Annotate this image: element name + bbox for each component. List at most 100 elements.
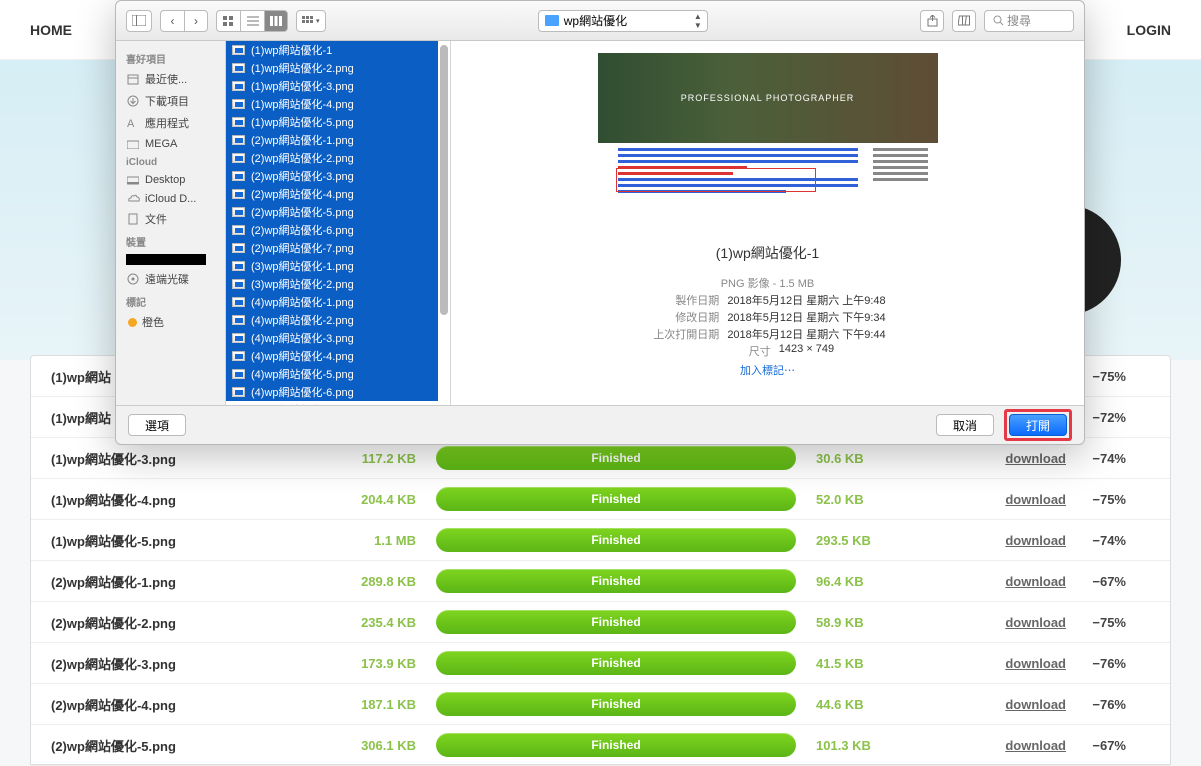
file-item[interactable]: (1)wp網站優化-4.png xyxy=(226,95,438,113)
options-button[interactable]: 選項 xyxy=(128,414,186,436)
tags-button[interactable] xyxy=(952,10,976,32)
disc-icon xyxy=(126,273,140,286)
search-input[interactable]: 搜尋 xyxy=(984,10,1074,32)
file-item[interactable]: (4)wp網站優化-2.png xyxy=(226,311,438,329)
scrollbar-thumb[interactable] xyxy=(440,45,448,315)
nav-home[interactable]: HOME xyxy=(30,22,72,38)
file-item[interactable]: (2)wp網站優化-4.png xyxy=(226,185,438,203)
original-size: 306.1 KB xyxy=(346,738,416,753)
file-name: (2)wp網站優化-4.png xyxy=(51,695,346,714)
savings-pct: −75% xyxy=(1066,615,1126,630)
table-row: (2)wp網站優化-5.png306.1 KBFinished101.3 KBd… xyxy=(31,725,1170,766)
sidebar-item[interactable]: 遠端光碟 xyxy=(116,268,225,290)
back-button[interactable]: ‹ xyxy=(160,10,184,32)
file-item[interactable]: (4)wp網站優化-5.png xyxy=(226,365,438,383)
download-link[interactable]: download xyxy=(896,451,1066,466)
file-item[interactable]: (3)wp網站優化-1.png xyxy=(226,257,438,275)
file-icon xyxy=(232,63,245,73)
progress-bar: Finished xyxy=(436,569,796,593)
meta-value: 1423 × 749 xyxy=(779,343,834,359)
svg-text:A: A xyxy=(127,118,135,129)
file-icon xyxy=(232,189,245,199)
progress-bar: Finished xyxy=(436,733,796,757)
add-tags-link[interactable]: 加入標記⋯ xyxy=(649,362,885,378)
file-item[interactable]: (1)wp網站優化-1 xyxy=(226,41,438,59)
forward-button[interactable]: › xyxy=(184,10,208,32)
sidebar-toggle-button[interactable] xyxy=(126,10,152,32)
file-icon xyxy=(232,81,245,91)
scrollbar[interactable] xyxy=(440,45,448,401)
file-item[interactable]: (5)wp網站優化-3.png xyxy=(226,401,438,405)
file-icon xyxy=(232,279,245,289)
savings-pct: −76% xyxy=(1066,697,1126,712)
nav-login[interactable]: LOGIN xyxy=(1127,22,1171,38)
list-view-button[interactable] xyxy=(240,10,264,32)
file-label: (2)wp網站優化-7.png xyxy=(251,240,354,256)
folder-path-select[interactable]: wp網站優化 ▲▼ xyxy=(538,10,708,32)
file-item[interactable]: (3)wp網站優化-2.png xyxy=(226,275,438,293)
file-list[interactable]: (1)wp網站優化-1(1)wp網站優化-2.png(1)wp網站優化-3.pn… xyxy=(226,41,450,405)
sidebar-item[interactable]: Desktop xyxy=(116,170,225,189)
file-label: (4)wp網站優化-5.png xyxy=(251,366,354,382)
sidebar-item[interactable]: A應用程式 xyxy=(116,112,225,134)
file-item[interactable]: (4)wp網站優化-1.png xyxy=(226,293,438,311)
file-item[interactable]: (4)wp網站優化-6.png xyxy=(226,383,438,401)
meta-label: 尺寸 xyxy=(701,343,771,359)
sidebar-item[interactable]: MEGA xyxy=(116,134,225,153)
file-label: (4)wp網站優化-3.png xyxy=(251,330,354,346)
preview-metadata: PNG 影像 - 1.5 MB 製作日期2018年5月12日 星期六 上午9:4… xyxy=(649,275,885,378)
file-item[interactable]: (2)wp網站優化-5.png xyxy=(226,203,438,221)
file-icon xyxy=(232,387,245,397)
sidebar-item[interactable]: 下載項目 xyxy=(116,90,225,112)
file-item[interactable]: (2)wp網站優化-3.png xyxy=(226,167,438,185)
download-link[interactable]: download xyxy=(896,533,1066,548)
file-item[interactable]: (2)wp網站優化-7.png xyxy=(226,239,438,257)
download-link[interactable]: download xyxy=(896,574,1066,589)
file-icon xyxy=(232,117,245,127)
sidebar-tag[interactable]: 橙色 xyxy=(116,311,225,333)
column-view-button[interactable] xyxy=(264,10,288,32)
folder-icon xyxy=(545,15,559,26)
meta-label: 上次打開日期 xyxy=(649,326,719,342)
file-label: (1)wp網站優化-1 xyxy=(251,42,332,58)
savings-pct: −67% xyxy=(1066,738,1126,753)
file-name: (1)wp網站優化-5.png xyxy=(51,531,346,550)
cancel-button[interactable]: 取消 xyxy=(936,414,994,436)
savings-pct: −67% xyxy=(1066,574,1126,589)
nav-back-forward: ‹ › xyxy=(160,10,208,32)
file-item[interactable]: (1)wp網站優化-5.png xyxy=(226,113,438,131)
sidebar-item[interactable]: 最近使... xyxy=(116,68,225,90)
file-item[interactable]: (2)wp網站優化-6.png xyxy=(226,221,438,239)
icon-view-button[interactable] xyxy=(216,10,240,32)
download-link[interactable]: download xyxy=(896,615,1066,630)
file-icon xyxy=(232,297,245,307)
file-item[interactable]: (1)wp網站優化-3.png xyxy=(226,77,438,95)
download-link[interactable]: download xyxy=(896,738,1066,753)
search-placeholder: 搜尋 xyxy=(1007,12,1031,29)
sidebar-item[interactable]: 文件 xyxy=(116,208,225,230)
open-button[interactable]: 打開 xyxy=(1009,414,1067,436)
download-link[interactable]: download xyxy=(896,492,1066,507)
file-item[interactable]: (1)wp網站優化-2.png xyxy=(226,59,438,77)
download-link[interactable]: download xyxy=(896,697,1066,712)
file-label: (2)wp網站優化-5.png xyxy=(251,204,354,220)
download-link[interactable]: download xyxy=(896,656,1066,671)
sidebar-item[interactable] xyxy=(116,251,225,268)
preview-hero: PROFESSIONAL PHOTOGRAPHER xyxy=(598,53,938,143)
file-item[interactable]: (2)wp網站優化-1.png xyxy=(226,131,438,149)
progress-bar: Finished xyxy=(436,692,796,716)
file-item[interactable]: (4)wp網站優化-4.png xyxy=(226,347,438,365)
sidebar-item[interactable]: iCloud D... xyxy=(116,189,225,208)
arrange-button[interactable]: ▾ xyxy=(296,10,326,32)
share-button[interactable] xyxy=(920,10,944,32)
meta-row: 修改日期2018年5月12日 星期六 下午9:34 xyxy=(649,309,885,325)
file-label: (2)wp網站優化-3.png xyxy=(251,168,354,184)
file-item[interactable]: (2)wp網站優化-2.png xyxy=(226,149,438,167)
meta-row: 製作日期2018年5月12日 星期六 上午9:48 xyxy=(649,292,885,308)
new-size: 41.5 KB xyxy=(816,656,896,671)
meta-row: 尺寸 1423 × 749 xyxy=(649,343,885,359)
fav-icon xyxy=(126,73,140,86)
file-item[interactable]: (4)wp網站優化-3.png xyxy=(226,329,438,347)
progress-bar: Finished xyxy=(436,610,796,634)
finder-sidebar: 喜好項目最近使...下載項目A應用程式MEGAiCloudDesktopiClo… xyxy=(116,41,226,405)
